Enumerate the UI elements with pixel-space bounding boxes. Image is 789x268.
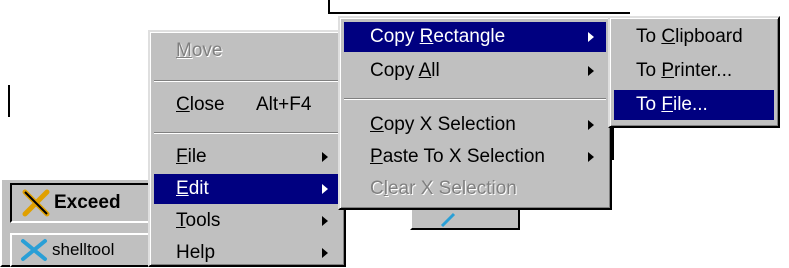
background-x-icon xyxy=(440,212,462,228)
menu-separator xyxy=(154,132,340,134)
submenu-arrow-icon xyxy=(322,152,328,162)
menu-item-edit[interactable]: Edit xyxy=(154,174,340,204)
close-accelerator: Alt+F4 xyxy=(256,94,312,115)
submenu-arrow-icon xyxy=(588,32,594,42)
menu-item-tools[interactable]: Tools xyxy=(154,206,340,236)
submenu-arrow-icon xyxy=(322,184,328,194)
menu-item-to-clipboard[interactable]: To Clipboard xyxy=(614,22,774,52)
menu-item-to-file[interactable]: To File... xyxy=(614,90,774,120)
exceed-x-icon xyxy=(22,189,50,217)
submenu-arrow-icon xyxy=(588,120,594,130)
menu-item-paste-to-x-selection[interactable]: Paste To X Selection xyxy=(344,142,606,172)
menu-item-close[interactable]: Close Alt+F4 xyxy=(154,90,340,120)
menu-item-copy-rectangle[interactable]: Copy Rectangle xyxy=(344,22,606,52)
submenu-arrow-icon xyxy=(588,66,594,76)
copy-rectangle-submenu: To Clipboard To Printer... To File... xyxy=(608,16,780,128)
taskbar-button-shelltool[interactable]: shelltool xyxy=(10,233,152,267)
taskbar-button-exceed[interactable]: Exceed xyxy=(10,183,152,223)
background-window-edge xyxy=(8,85,10,117)
menu-item-file[interactable]: File xyxy=(154,142,340,172)
menu-item-copy-x-selection[interactable]: Copy X Selection xyxy=(344,110,606,140)
menu-item-to-printer[interactable]: To Printer... xyxy=(614,56,774,86)
background-window-top-border xyxy=(330,12,630,14)
system-menu: Move Close Alt+F4 File Edit Tools Help xyxy=(148,30,346,267)
submenu-arrow-icon xyxy=(322,216,328,226)
menu-item-help[interactable]: Help xyxy=(154,238,340,268)
edit-submenu: Copy Rectangle Copy All Copy X Selection… xyxy=(338,16,612,210)
menu-item-clear-x-selection[interactable]: Clear X Selection xyxy=(344,174,606,204)
background-window xyxy=(410,210,520,230)
submenu-arrow-icon xyxy=(588,152,594,162)
menu-separator xyxy=(154,80,340,82)
shelltool-x-icon xyxy=(20,238,48,262)
submenu-arrow-icon xyxy=(322,248,328,258)
taskbar-shelltool-label: shelltool xyxy=(52,240,115,259)
menu-item-copy-all[interactable]: Copy All xyxy=(344,56,606,86)
menu-separator xyxy=(344,98,606,100)
menu-item-move[interactable]: Move xyxy=(154,36,340,66)
taskbar-exceed-label: Exceed xyxy=(54,192,121,213)
